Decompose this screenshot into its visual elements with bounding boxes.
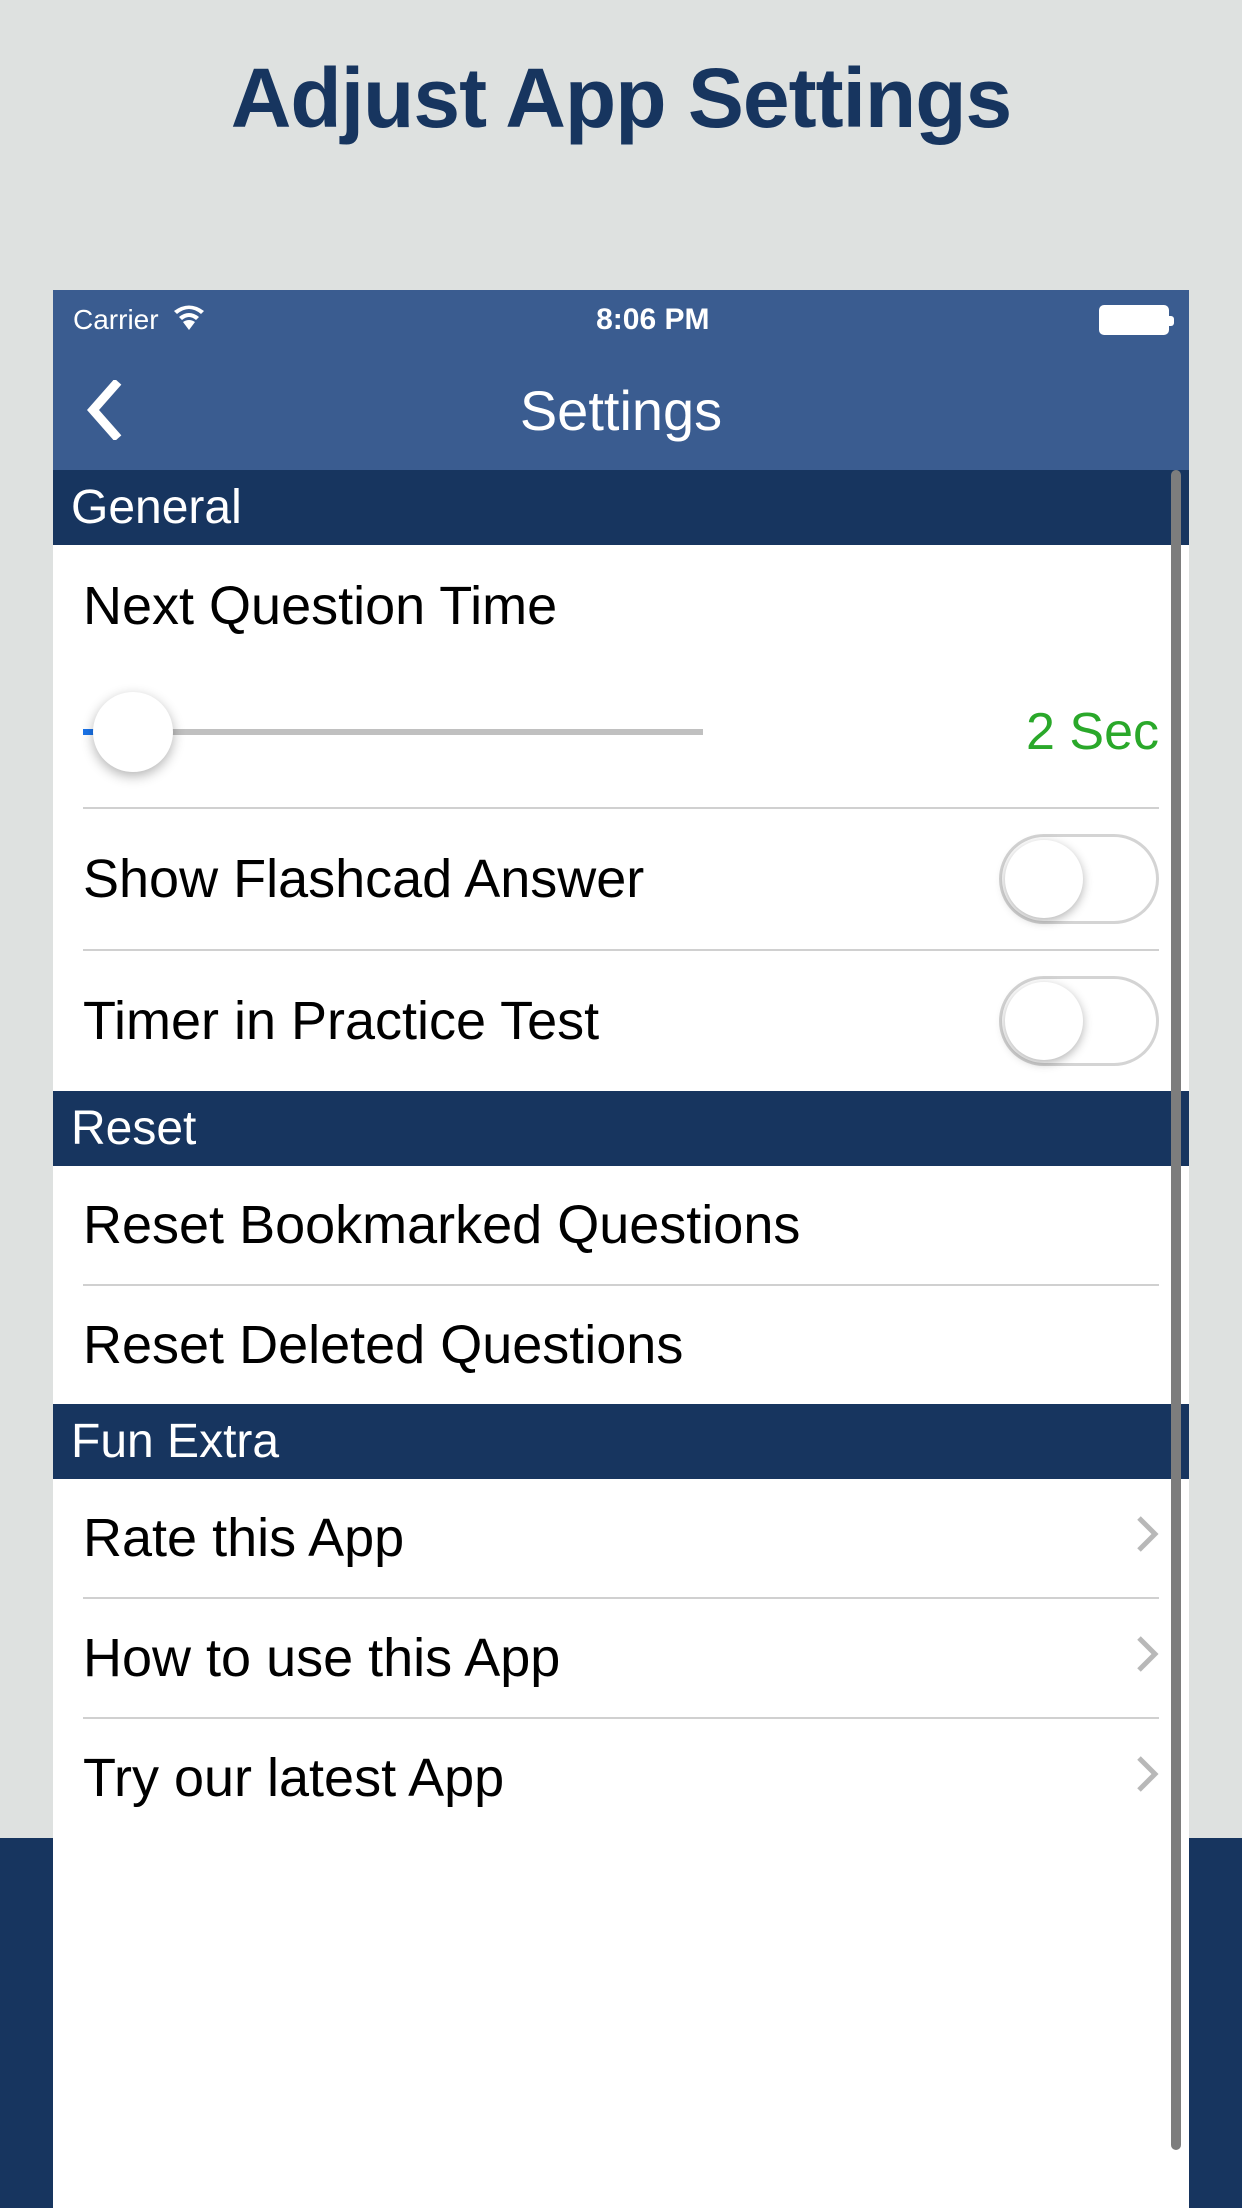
status-bar: Carrier 8:06 PM: [53, 290, 1189, 350]
status-time: 8:06 PM: [596, 303, 709, 337]
battery-icon: [1099, 305, 1169, 335]
try-latest-app-button[interactable]: Try our latest App: [53, 1719, 1189, 1837]
next-question-time-value: 2 Sec: [1026, 702, 1159, 762]
next-question-time-item: Next Question Time: [53, 545, 1189, 667]
scrollbar[interactable]: [1171, 470, 1181, 2150]
carrier-label: Carrier: [73, 304, 159, 336]
chevron-right-icon: [1135, 1631, 1159, 1686]
how-to-use-label: How to use this App: [83, 1627, 560, 1689]
reset-bookmarked-button[interactable]: Reset Bookmarked Questions: [53, 1166, 1189, 1284]
rate-app-button[interactable]: Rate this App: [53, 1479, 1189, 1597]
nav-bar: Settings: [53, 350, 1189, 470]
chevron-right-icon: [1135, 1511, 1159, 1566]
section-header-general: General: [53, 470, 1189, 545]
next-question-time-slider[interactable]: [83, 729, 703, 735]
wifi-icon: [171, 304, 207, 337]
toggle-knob: [1005, 840, 1083, 918]
reset-bookmarked-label: Reset Bookmarked Questions: [83, 1194, 800, 1256]
toggle-knob: [1005, 982, 1083, 1060]
rate-app-label: Rate this App: [83, 1507, 404, 1569]
settings-content: General Next Question Time 2 Sec Show Fl…: [53, 470, 1189, 2208]
phone-frame: Carrier 8:06 PM Settings General Next Qu…: [53, 290, 1189, 2208]
timer-practice-label: Timer in Practice Test: [83, 990, 599, 1052]
show-flashcard-label: Show Flashcad Answer: [83, 848, 644, 910]
slider-thumb[interactable]: [93, 692, 173, 772]
reset-deleted-label: Reset Deleted Questions: [83, 1314, 683, 1376]
nav-title: Settings: [53, 378, 1189, 443]
try-latest-app-label: Try our latest App: [83, 1747, 504, 1809]
timer-practice-toggle[interactable]: [999, 976, 1159, 1066]
section-header-fun-extra: Fun Extra: [53, 1404, 1189, 1479]
how-to-use-button[interactable]: How to use this App: [53, 1599, 1189, 1717]
timer-practice-row: Timer in Practice Test: [53, 951, 1189, 1091]
reset-deleted-button[interactable]: Reset Deleted Questions: [53, 1286, 1189, 1404]
chevron-left-icon: [83, 380, 123, 440]
show-flashcard-row: Show Flashcad Answer: [53, 809, 1189, 949]
section-header-reset: Reset: [53, 1091, 1189, 1166]
show-flashcard-toggle[interactable]: [999, 834, 1159, 924]
back-button[interactable]: [68, 375, 138, 445]
chevron-right-icon: [1135, 1751, 1159, 1806]
next-question-time-slider-row: 2 Sec: [53, 667, 1189, 807]
promo-title: Adjust App Settings: [0, 0, 1242, 207]
next-question-time-label: Next Question Time: [83, 575, 1159, 637]
status-left: Carrier: [73, 304, 207, 337]
